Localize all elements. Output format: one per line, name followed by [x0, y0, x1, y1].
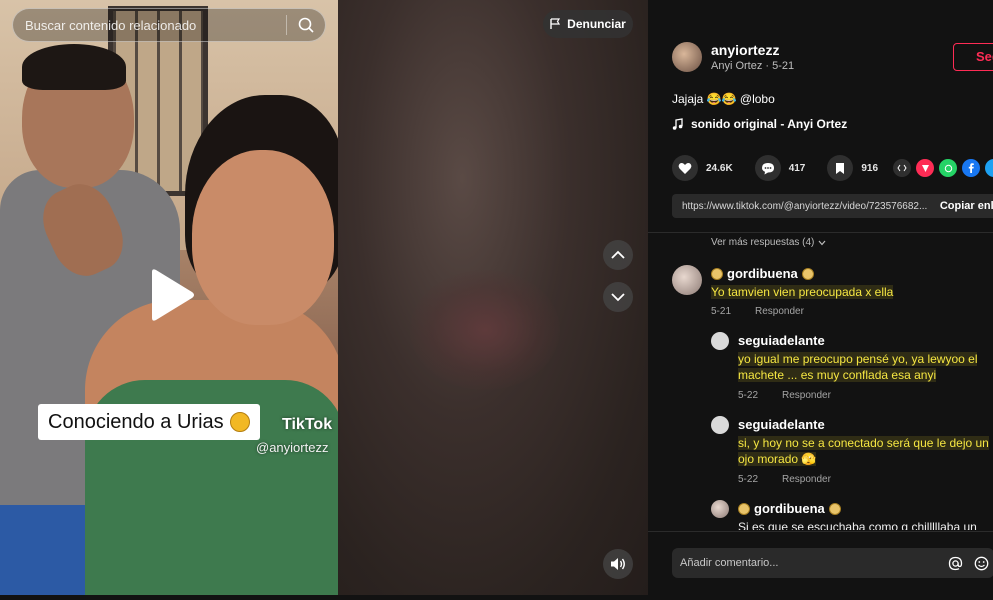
reply-date: 5-22	[738, 390, 759, 401]
reply-author-name-text: gordibuena	[754, 501, 825, 516]
comment-date: 5-21	[711, 306, 732, 317]
reply-meta: 5-22 Responder	[738, 474, 831, 485]
emoji-icon	[738, 502, 750, 515]
view-more-replies-button[interactable]: Ver más respuestas (4)	[711, 237, 826, 248]
post-description: Jajaja 😂😂 @lobo	[672, 92, 775, 106]
share-link-box: https://www.tiktok.com/@anyiortezz/video…	[672, 194, 993, 218]
reply-text: yo igual me preocupo pensé yo, ya lewyoo…	[738, 351, 988, 383]
comment-composer	[672, 548, 993, 578]
video-blurred-detail	[410, 270, 560, 390]
comment-count: 417	[788, 162, 806, 174]
mention-icon[interactable]	[942, 550, 968, 576]
reply-meta: 5-22 Responder	[738, 390, 831, 401]
chevron-down-icon	[611, 293, 625, 302]
reply-button[interactable]: Responder	[755, 306, 804, 317]
commenter-avatar[interactable]	[672, 265, 702, 295]
search-input[interactable]	[13, 9, 286, 41]
save-action[interactable]: 916	[827, 155, 878, 181]
action-bar: 24.6K 417 916	[672, 155, 890, 181]
flag-icon	[550, 18, 561, 29]
whatsapp-icon[interactable]	[939, 159, 957, 177]
reply-avatar[interactable]	[711, 332, 729, 350]
emoji-icon	[711, 267, 723, 280]
search-icon[interactable]	[287, 8, 325, 42]
save-count: 916	[861, 162, 879, 174]
video-person-2-face	[192, 150, 334, 325]
share-link-text[interactable]: https://www.tiktok.com/@anyiortezz/video…	[672, 201, 928, 212]
like-count: 24.6K	[706, 162, 733, 174]
speaker-icon	[611, 558, 625, 570]
report-label: Denunciar	[567, 17, 626, 31]
tiktok-video-page: Conociendo a Urias TikTok @anyiortezz De…	[0, 0, 993, 600]
reply-text-content: si, y hoy no se a conectado será que le …	[738, 436, 989, 466]
next-video-button[interactable]	[603, 282, 633, 312]
comment-text: Yo tamvien vien preocupada x ella	[711, 284, 981, 300]
author-avatar[interactable]	[672, 42, 702, 72]
reply-avatar[interactable]	[711, 416, 729, 434]
reply-date: 5-22	[738, 474, 759, 485]
chevron-down-icon	[818, 240, 826, 245]
author-subtitle: Anyi Ortez · 5-21	[711, 60, 795, 72]
tiktok-sticker-icon	[229, 412, 250, 432]
reply-author-name[interactable]: gordibuena	[738, 501, 841, 516]
comment-list[interactable]: Ver más respuestas (4) gordibuena Yo tam…	[648, 233, 993, 530]
comment-input[interactable]	[672, 548, 942, 578]
comment-meta: 5-21 Responder	[711, 306, 804, 317]
reply-text-content: yo igual me preocupo pensé yo, ya lewyoo…	[738, 352, 978, 382]
reply-button[interactable]: Responder	[782, 474, 831, 485]
copy-link-button[interactable]: Copiar enlace	[928, 200, 993, 212]
follow-button[interactable]: Seguir	[953, 43, 993, 71]
comment-text-content: Yo tamvien vien preocupada x ella	[711, 285, 894, 299]
reply-author-name[interactable]: seguiadelante	[738, 333, 825, 348]
commenter-name-text: gordibuena	[727, 266, 798, 281]
tiktok-watermark-user: @anyiortezz	[256, 440, 329, 455]
heart-icon[interactable]	[672, 155, 698, 181]
facebook-icon[interactable]	[962, 159, 980, 177]
video-player[interactable]: Conociendo a Urias TikTok @anyiortezz De…	[0, 0, 648, 595]
twitter-icon[interactable]	[985, 159, 993, 177]
reply-text: Si es que se escuchaba como q chilllllab…	[738, 519, 990, 530]
like-action[interactable]: 24.6K	[672, 155, 733, 181]
comment-action[interactable]: 417	[754, 155, 806, 181]
tiktok-watermark-brand: TikTok	[282, 416, 333, 433]
volume-button[interactable]	[603, 549, 633, 579]
share-buttons	[893, 159, 993, 177]
reply-text-content: Si es que se escuchaba como q chilllllab…	[738, 520, 977, 530]
embed-icon[interactable]	[893, 159, 911, 177]
chevron-up-icon	[611, 250, 625, 259]
video-caption: Conociendo a Urias	[38, 404, 260, 440]
video-frame[interactable]: Conociendo a Urias TikTok @anyiortezz	[0, 0, 338, 595]
emoji-icon	[801, 267, 814, 280]
reply-avatar[interactable]	[711, 500, 729, 518]
play-icon[interactable]	[146, 268, 196, 322]
music-label: sonido original - Anyi Ortez	[691, 117, 848, 131]
emoji-picker-icon[interactable]	[968, 550, 993, 576]
music-note-icon	[672, 118, 683, 130]
view-more-replies-label: Ver más respuestas (4)	[711, 237, 815, 248]
previous-video-button[interactable]	[603, 240, 633, 270]
video-person-1-hair	[22, 44, 126, 90]
comment-icon[interactable]	[754, 155, 781, 181]
music-link[interactable]: sonido original - Anyi Ortez	[672, 117, 847, 131]
reply-text: si, y hoy no se a conectado será que le …	[738, 435, 990, 467]
details-panel: anyiortezz Anyi Ortez · 5-21 Seguir Jaja…	[648, 0, 993, 600]
commenter-name[interactable]: gordibuena	[711, 266, 814, 281]
send-to-friends-icon[interactable]	[916, 159, 934, 177]
reply-button[interactable]: Responder	[782, 390, 831, 401]
video-caption-text: Conociendo a Urias	[48, 411, 224, 433]
emoji-icon	[828, 502, 841, 515]
reply-author-name[interactable]: seguiadelante	[738, 417, 825, 432]
divider	[648, 531, 993, 532]
author-username[interactable]: anyiortezz	[711, 42, 779, 58]
search-bar	[12, 8, 326, 42]
report-button[interactable]: Denunciar	[543, 10, 633, 38]
bookmark-icon[interactable]	[827, 155, 854, 181]
